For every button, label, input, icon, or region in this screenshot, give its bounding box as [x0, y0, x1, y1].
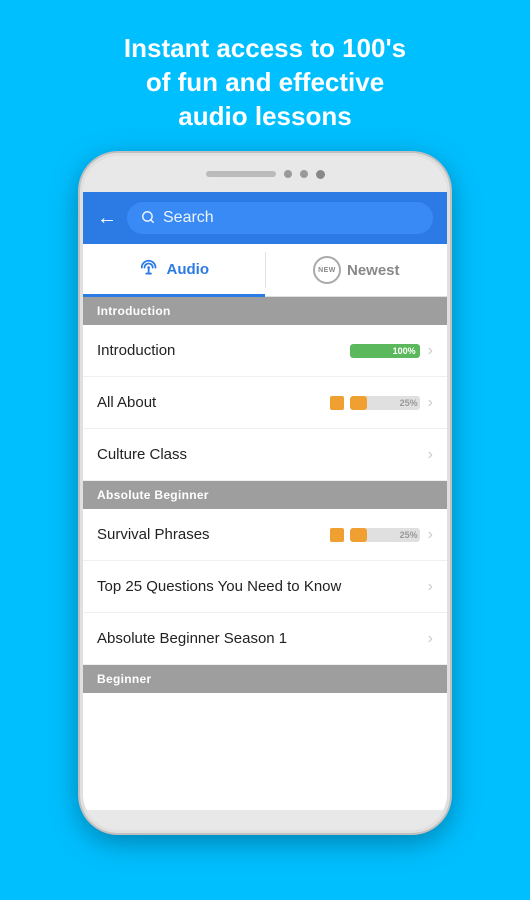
search-icon: [141, 210, 155, 227]
phone-top-bar: [83, 156, 447, 192]
audio-icon: [139, 258, 161, 280]
item-title: Absolute Beginner Season 1: [97, 630, 428, 647]
progress-label: 25%: [400, 398, 418, 408]
progress-bar-bg: 100%: [350, 344, 420, 358]
list-item[interactable]: Top 25 Questions You Need to Know ›: [83, 561, 447, 613]
chevron-right-icon: ›: [428, 578, 433, 596]
camera-dot-left: [284, 170, 292, 178]
lesson-list: Introduction Introduction 100% › All: [83, 297, 447, 810]
list-item[interactable]: Introduction 100% ›: [83, 325, 447, 377]
tab-audio[interactable]: Audio: [83, 244, 265, 297]
list-item[interactable]: Culture Class ›: [83, 429, 447, 481]
phone-bottom-bar: [83, 810, 447, 830]
list-item[interactable]: All About 25% ›: [83, 377, 447, 429]
search-placeholder-text: Search: [163, 209, 214, 227]
section-header-beginner: Beginner: [83, 665, 447, 693]
progress-container: 25%: [330, 528, 420, 542]
hero-line2: of fun and effective: [146, 67, 384, 97]
search-bar[interactable]: Search: [127, 202, 433, 234]
progress-color-block: [330, 396, 344, 410]
progress-container: 25%: [330, 396, 420, 410]
section-header-absolute-beginner: Absolute Beginner: [83, 481, 447, 509]
list-item[interactable]: Absolute Beginner Season 1 ›: [83, 613, 447, 665]
chevron-right-icon: ›: [428, 342, 433, 360]
progress-bar-bg: 25%: [350, 396, 420, 410]
progress-color-block: [330, 528, 344, 542]
front-camera: [316, 170, 325, 179]
speaker-grill: [206, 171, 276, 177]
hero-section: Instant access to 100's of fun and effec…: [84, 0, 446, 153]
progress-label: 100%: [393, 346, 416, 356]
hero-line1: Instant access to 100's: [124, 33, 406, 63]
item-title: Introduction: [97, 342, 350, 359]
phone-mockup: ← Search: [80, 153, 450, 833]
progress-container: 100%: [350, 344, 420, 358]
item-title: Top 25 Questions You Need to Know: [97, 578, 428, 595]
tab-row: Audio NEW Newest: [83, 244, 447, 297]
chevron-right-icon: ›: [428, 630, 433, 648]
back-button[interactable]: ←: [97, 207, 117, 230]
tab-audio-label: Audio: [167, 261, 210, 278]
progress-bar-fill: [350, 528, 368, 542]
top-nav-bar: ← Search: [83, 192, 447, 244]
section-header-introduction-text: Introduction: [97, 304, 171, 318]
list-item[interactable]: Survival Phrases 25% ›: [83, 509, 447, 561]
section-header-beginner-text: Beginner: [97, 672, 151, 686]
item-title: Culture Class: [97, 446, 428, 463]
new-badge-icon: NEW: [313, 256, 341, 284]
section-header-introduction: Introduction: [83, 297, 447, 325]
camera-dot-right: [300, 170, 308, 178]
hero-line3: audio lessons: [178, 101, 351, 131]
item-title: All About: [97, 394, 330, 411]
chevron-right-icon: ›: [428, 446, 433, 464]
chevron-right-icon: ›: [428, 526, 433, 544]
progress-bar-fill: [350, 396, 368, 410]
progress-bar-bg: 25%: [350, 528, 420, 542]
tab-newest-label: Newest: [347, 262, 400, 279]
chevron-right-icon: ›: [428, 394, 433, 412]
phone-screen: ← Search: [83, 192, 447, 810]
tab-newest[interactable]: NEW Newest: [266, 244, 448, 296]
progress-label: 25%: [400, 530, 418, 540]
item-title: Survival Phrases: [97, 526, 330, 543]
section-header-absolute-beginner-text: Absolute Beginner: [97, 488, 209, 502]
